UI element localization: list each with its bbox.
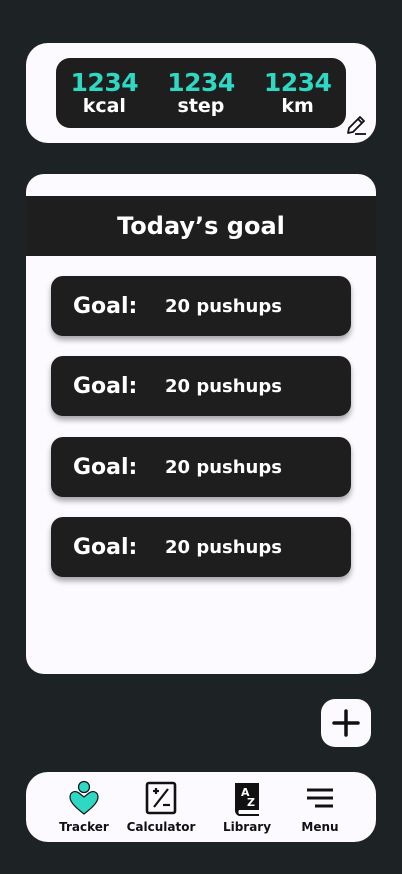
stat-unit: km bbox=[281, 95, 314, 117]
stat-unit: kcal bbox=[82, 95, 126, 117]
goal-label: Goal: bbox=[73, 293, 138, 319]
stat-km: 1234 km bbox=[264, 70, 332, 116]
nav-label: Library bbox=[222, 820, 272, 834]
goals-card: Today’s goal Goal: 20 pushups Goal: 20 p… bbox=[26, 174, 376, 674]
goal-label: Goal: bbox=[73, 454, 138, 480]
goal-value: 20 pushups bbox=[165, 375, 282, 397]
stat-unit: step bbox=[177, 95, 225, 117]
stat-value: 1234 bbox=[167, 68, 235, 97]
menu-icon bbox=[307, 788, 333, 808]
goal-label: Goal: bbox=[73, 373, 138, 399]
svg-text:Z: Z bbox=[247, 796, 255, 809]
stat-step: 1234 step bbox=[167, 70, 235, 116]
goal-item[interactable]: Goal: 20 pushups bbox=[51, 356, 351, 416]
goal-item[interactable]: Goal: 20 pushups bbox=[51, 276, 351, 336]
goals-title: Today’s goal bbox=[26, 196, 376, 256]
stat-value: 1234 bbox=[70, 68, 139, 97]
plus-icon bbox=[332, 709, 360, 737]
stats-panel: 1234 kcal 1234 step 1234 km bbox=[56, 58, 346, 128]
goal-item[interactable]: Goal: 20 pushups bbox=[51, 437, 351, 497]
goal-value: 20 pushups bbox=[165, 536, 282, 558]
goal-item[interactable]: Goal: 20 pushups bbox=[51, 517, 351, 577]
add-goal-button[interactable] bbox=[321, 699, 371, 747]
nav-item-calculator[interactable]: Calculator bbox=[121, 780, 201, 834]
stats-card: 1234 kcal 1234 step 1234 km bbox=[26, 43, 376, 143]
nav-item-tracker[interactable]: Tracker bbox=[44, 780, 124, 834]
stat-value: 1234 bbox=[263, 68, 332, 97]
nav-label: Tracker bbox=[59, 820, 109, 834]
goal-value: 20 pushups bbox=[165, 456, 282, 478]
pencil-icon bbox=[347, 116, 366, 135]
calculator-icon bbox=[145, 781, 177, 815]
nav-label: Calculator bbox=[126, 820, 196, 834]
library-icon: A Z bbox=[235, 783, 259, 816]
nav-item-menu[interactable]: Menu bbox=[280, 780, 360, 834]
stat-kcal: 1234 kcal bbox=[71, 70, 139, 116]
nav-item-library[interactable]: A Z Library bbox=[207, 780, 287, 834]
edit-button[interactable] bbox=[344, 113, 368, 137]
goal-label: Goal: bbox=[73, 534, 138, 560]
nav-label: Menu bbox=[301, 820, 339, 834]
bottom-nav: Tracker Calculator A Z Library Menu bbox=[26, 772, 376, 842]
goal-value: 20 pushups bbox=[165, 295, 282, 317]
tracker-icon bbox=[69, 780, 99, 815]
